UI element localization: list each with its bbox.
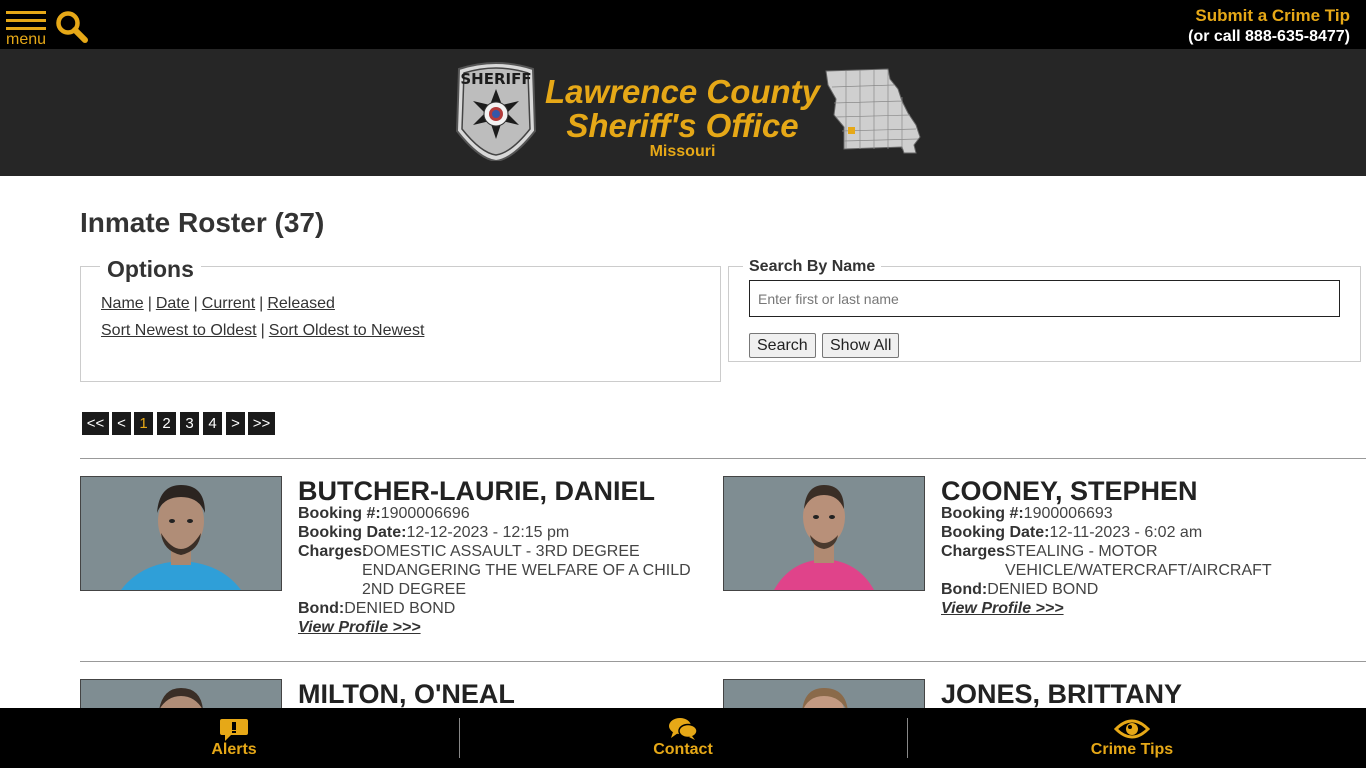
- charges-row: Charges: STEALING - MOTOR VEHICLE/WATERC…: [941, 542, 1341, 580]
- search-name-input[interactable]: [749, 280, 1340, 317]
- agency-name-line2: Sheriff's Office: [566, 107, 799, 144]
- crime-tip-phone: (or call 888-635-8477): [1188, 28, 1350, 45]
- page-1-button[interactable]: 1: [134, 412, 153, 435]
- sheriff-badge-logo[interactable]: SHERIFF: [453, 61, 539, 166]
- charges-label: Charges:: [941, 543, 1011, 560]
- options-legend: Options: [100, 256, 201, 283]
- footer-contact-label: Contact: [653, 741, 713, 758]
- booking-date: 12-11-2023 - 6:02 am: [1049, 524, 1203, 541]
- inmate-name[interactable]: COONEY, STEPHEN: [941, 476, 1198, 507]
- booking-number: 1900006693: [1023, 505, 1113, 522]
- sort-by-row: Name | Date | Current | Released: [101, 295, 335, 313]
- alert-bubble-icon: [134, 717, 334, 741]
- crime-tip-link[interactable]: Submit a Crime Tip (or call 888-635-8477…: [1188, 6, 1350, 48]
- sort-oldest-link[interactable]: Sort Oldest to Newest: [269, 322, 425, 339]
- booking-number-label: Booking #:: [298, 505, 381, 522]
- inmate-photo[interactable]: [80, 476, 282, 591]
- inmate-name[interactable]: BUTCHER-LAURIE, DANIEL: [298, 476, 655, 507]
- separator: |: [147, 295, 152, 312]
- filter-current-link[interactable]: Current: [202, 295, 255, 312]
- booking-number: 1900006696: [380, 505, 470, 522]
- footer-contact-button[interactable]: Contact: [583, 708, 783, 768]
- bond-value: DENIED BOND: [987, 581, 1099, 598]
- next-page-button[interactable]: >: [226, 412, 245, 435]
- bond-label: Bond:: [298, 600, 345, 617]
- top-bar: menu Submit a Crime Tip (or call 888-635…: [0, 0, 1366, 49]
- inmate-details: Booking #:1900006693 Booking Date:12-11-…: [941, 504, 1341, 618]
- booking-number-row: Booking #:1900006696: [298, 504, 708, 523]
- booking-date-label: Booking Date:: [941, 524, 1050, 541]
- inmate-name[interactable]: JONES, BRITTANY: [941, 679, 1182, 710]
- page-title: Inmate Roster (37): [80, 207, 325, 238]
- booking-date-label: Booking Date:: [298, 524, 407, 541]
- prev-page-button[interactable]: <: [112, 412, 131, 435]
- inmate-photo[interactable]: [723, 476, 925, 591]
- last-page-button[interactable]: >>: [248, 412, 275, 435]
- divider: [80, 661, 1366, 662]
- view-profile-link[interactable]: View Profile >>>: [941, 600, 1064, 617]
- crime-tip-title: Submit a Crime Tip: [1195, 6, 1350, 25]
- booking-number-row: Booking #:1900006693: [941, 504, 1341, 523]
- bond-value: DENIED BOND: [344, 600, 456, 617]
- menu-label: menu: [6, 31, 47, 48]
- charge-item: STEALING - MOTOR VEHICLE/WATERCRAFT/AIRC…: [1005, 543, 1272, 579]
- bond-label: Bond:: [941, 581, 988, 598]
- first-page-button[interactable]: <<: [82, 412, 109, 435]
- page-2-button[interactable]: 2: [157, 412, 176, 435]
- separator: |: [260, 322, 265, 339]
- charge-item: DOMESTIC ASSAULT - 3RD DEGREE: [362, 543, 640, 560]
- footer-separator: [907, 718, 908, 758]
- page-4-button[interactable]: 4: [203, 412, 222, 435]
- footer-crime-tips-label: Crime Tips: [1090, 741, 1174, 758]
- divider: [80, 458, 1366, 459]
- footer-alerts-button[interactable]: Alerts: [134, 708, 334, 768]
- header-banner: SHERIFF Lawrence County Sheriff's Office…: [0, 49, 1366, 176]
- hamburger-icon-bar: [6, 27, 46, 30]
- bond-row: Bond:DENIED BOND: [298, 599, 708, 618]
- agency-name-line1: Lawrence County: [544, 73, 821, 110]
- menu-button[interactable]: menu: [6, 11, 48, 49]
- badge-text: SHERIFF: [460, 70, 531, 88]
- booking-date-row: Booking Date:12-11-2023 - 6:02 am: [941, 523, 1341, 542]
- sort-order-row: Sort Newest to Oldest | Sort Oldest to New…: [101, 322, 424, 340]
- view-profile-link[interactable]: View Profile >>>: [298, 619, 421, 636]
- search-button[interactable]: Search: [749, 333, 816, 358]
- footer-alerts-label: Alerts: [211, 741, 257, 758]
- footer-nav: Alerts Contact Crime Tips: [0, 708, 1366, 768]
- chat-bubbles-icon: [583, 717, 783, 741]
- sort-newest-link[interactable]: Sort Newest to Oldest: [101, 322, 257, 339]
- separator: |: [193, 295, 198, 312]
- hamburger-icon: [6, 11, 46, 14]
- state-name: Missouri: [649, 143, 716, 160]
- inmate-details: Booking #:1900006696 Booking Date:12-12-…: [298, 504, 708, 637]
- footer-separator: [459, 718, 460, 758]
- eye-icon: [1032, 717, 1232, 741]
- booking-number-label: Booking #:: [941, 505, 1024, 522]
- inmate-name[interactable]: MILTON, O'NEAL: [298, 679, 515, 710]
- charges-label: Charges:: [298, 543, 368, 560]
- agency-title[interactable]: Lawrence County Sheriff's Office Missour…: [540, 75, 825, 161]
- filter-released-link[interactable]: Released: [267, 295, 335, 312]
- missouri-map-icon: [824, 67, 924, 162]
- search-icon[interactable]: [55, 10, 89, 44]
- sort-by-name-link[interactable]: Name: [101, 295, 144, 312]
- charge-item: ENDANGERING THE WELFARE OF A CHILD 2ND D…: [362, 562, 691, 598]
- footer-crime-tips-button[interactable]: Crime Tips: [1032, 708, 1232, 768]
- sort-by-date-link[interactable]: Date: [156, 295, 190, 312]
- booking-date-row: Booking Date:12-12-2023 - 12:15 pm: [298, 523, 708, 542]
- search-legend: Search By Name: [743, 258, 882, 276]
- booking-date: 12-12-2023 - 12:15 pm: [406, 524, 570, 541]
- separator: |: [259, 295, 264, 312]
- charges-row: Charges: DOMESTIC ASSAULT - 3RD DEGREE E…: [298, 542, 708, 599]
- bond-row: Bond:DENIED BOND: [941, 580, 1341, 599]
- show-all-button[interactable]: Show All: [822, 333, 900, 358]
- page-3-button[interactable]: 3: [180, 412, 199, 435]
- hamburger-icon-bar: [6, 19, 46, 22]
